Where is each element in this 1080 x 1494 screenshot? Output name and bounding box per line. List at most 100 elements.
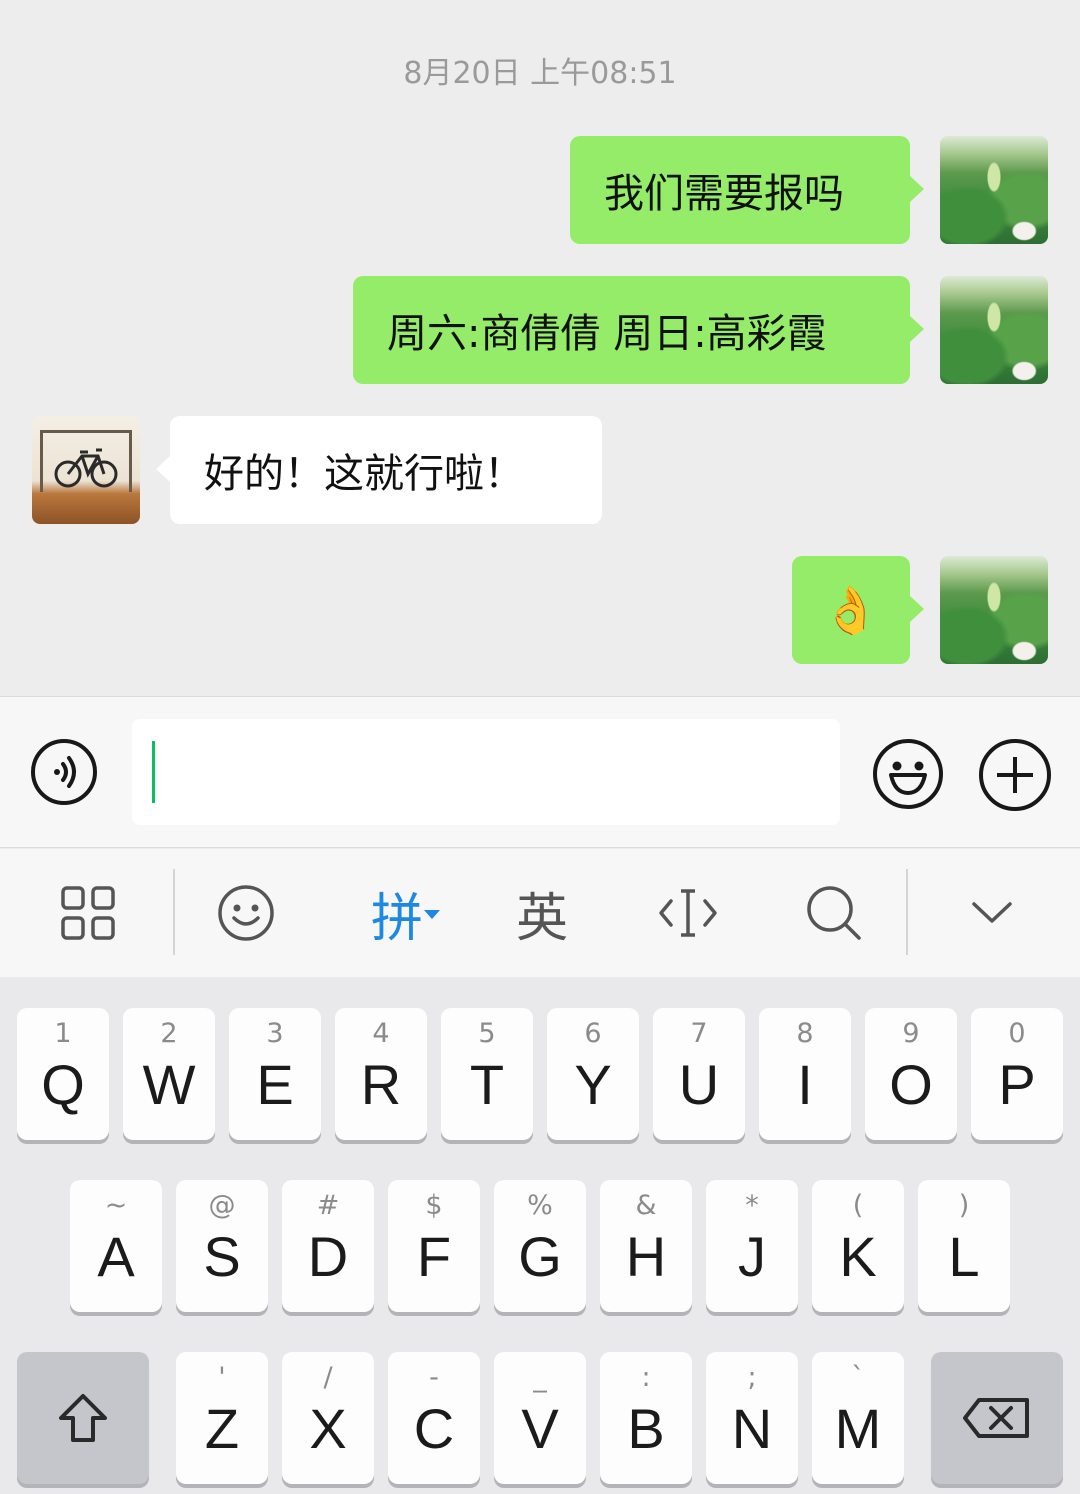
key-h[interactable]: & H — [600, 1180, 692, 1312]
key-y[interactable]: 6Y — [547, 1008, 639, 1140]
key-v[interactable]: _ V — [494, 1352, 586, 1484]
key-sub-label: & — [635, 1190, 657, 1221]
key-label: B — [627, 1397, 665, 1460]
key-label: G — [518, 1225, 562, 1288]
chat-bubble-outgoing[interactable]: 周六:商倩倩 周日:高彩霞 — [353, 276, 924, 384]
key-sub-label: ~ — [104, 1190, 128, 1221]
voice-button[interactable] — [31, 739, 97, 805]
ime-emoji-button[interactable] — [198, 849, 294, 977]
key-label: R — [360, 1053, 402, 1116]
key-o[interactable]: 9O — [865, 1008, 957, 1140]
key-u[interactable]: 7U — [653, 1008, 745, 1140]
key-sub-label: / — [323, 1362, 333, 1393]
key-label: O — [889, 1053, 933, 1116]
key-sub-label: 1 — [54, 1018, 72, 1049]
chat-area[interactable]: 8月20日 上午08:51 我们需要报吗 周六:商倩倩 周日:高彩霞 好的！这就… — [0, 0, 1080, 696]
key-label: X — [309, 1397, 347, 1460]
message-text: 周六:商倩倩 周日:高彩霞 — [387, 311, 827, 357]
key-w[interactable]: 2W — [123, 1008, 215, 1140]
key-e[interactable]: 3E — [229, 1008, 321, 1140]
key-label: W — [142, 1053, 196, 1116]
key-label: H — [625, 1225, 667, 1288]
key-sub-label: 3 — [266, 1018, 284, 1049]
message-input[interactable] — [132, 719, 840, 825]
key-k[interactable]: (K — [812, 1180, 904, 1312]
key-m[interactable]: ` M — [812, 1352, 904, 1484]
smiley-icon — [218, 885, 274, 941]
key-sub-label: 7 — [690, 1018, 708, 1049]
key-s[interactable]: @ S — [176, 1180, 268, 1312]
key-f[interactable]: $ F — [388, 1180, 480, 1312]
key-sub-label: # — [316, 1190, 340, 1221]
chat-bubble-outgoing[interactable]: 我们需要报吗 — [570, 136, 924, 244]
key-sub-label: ( — [852, 1190, 864, 1221]
toolbar-divider — [173, 869, 175, 955]
key-sub-label: @ — [208, 1190, 236, 1221]
more-button[interactable] — [979, 739, 1051, 811]
hide-keyboard-button[interactable] — [944, 849, 1040, 977]
key-label: Y — [574, 1053, 612, 1116]
key-p[interactable]: 0P — [971, 1008, 1063, 1140]
my-avatar[interactable] — [940, 136, 1048, 244]
key-sub-label: 4 — [372, 1018, 390, 1049]
pinyin-label: 拼 — [370, 888, 423, 949]
key-g[interactable]: % G — [494, 1180, 586, 1312]
key-b[interactable]: :B — [600, 1352, 692, 1484]
key-label: F — [416, 1225, 452, 1288]
key-sub-label: ' — [218, 1362, 226, 1393]
grid-icon — [61, 886, 115, 940]
key-l[interactable]: ) L — [918, 1180, 1010, 1312]
key-label: T — [469, 1053, 505, 1116]
key-sub-label: : — [641, 1362, 651, 1393]
key-z[interactable]: ' Z — [176, 1352, 268, 1484]
key-sub-label: _ — [533, 1362, 547, 1393]
ime-toolbar: 拼 英 — [0, 849, 1080, 977]
shift-key[interactable] — [17, 1352, 149, 1484]
key-d[interactable]: # D — [282, 1180, 374, 1312]
chat-bubble-incoming[interactable]: 好的！这就行啦！ — [156, 416, 602, 524]
key-label: U — [678, 1053, 720, 1116]
english-mode-button[interactable]: 英 — [494, 849, 590, 977]
key-label: K — [839, 1225, 877, 1288]
key-i[interactable]: 8I — [759, 1008, 851, 1140]
cursor-move-button[interactable] — [640, 849, 736, 977]
key-sub-label: * — [745, 1190, 759, 1221]
key-label: L — [948, 1225, 980, 1288]
input-bar — [0, 696, 1080, 848]
key-n[interactable]: ; N — [706, 1352, 798, 1484]
key-sub-label: 6 — [584, 1018, 602, 1049]
message-timestamp: 8月20日 上午08:51 — [403, 56, 677, 91]
key-label: Z — [204, 1397, 240, 1460]
key-label: I — [797, 1053, 813, 1116]
key-t[interactable]: 5T — [441, 1008, 533, 1140]
message-text: 好的！这就行啦！ — [204, 451, 524, 497]
my-avatar[interactable] — [940, 556, 1048, 664]
key-label: D — [307, 1225, 349, 1288]
bicycle-icon — [40, 430, 132, 492]
key-q[interactable]: 1Q — [17, 1008, 109, 1140]
english-label: 英 — [515, 888, 568, 949]
backspace-key[interactable] — [931, 1352, 1063, 1484]
key-sub-label: 5 — [478, 1018, 496, 1049]
dropdown-triangle-icon — [424, 910, 440, 919]
my-avatar[interactable] — [940, 276, 1048, 384]
key-label: Q — [41, 1053, 85, 1116]
key-sub-label: ) — [958, 1190, 970, 1221]
ime-menu-button[interactable] — [40, 849, 136, 977]
key-c[interactable]: -C — [388, 1352, 480, 1484]
key-sub-label: 0 — [1008, 1018, 1026, 1049]
key-r[interactable]: 4R — [335, 1008, 427, 1140]
chat-bubble-outgoing[interactable]: 👌 — [792, 556, 924, 664]
pinyin-mode-button[interactable]: 拼 — [356, 849, 456, 977]
key-sub-label: ; — [747, 1362, 757, 1393]
contact-avatar[interactable] — [32, 416, 140, 524]
search-icon — [807, 886, 861, 940]
cursor-icon — [659, 889, 717, 937]
ok-hand-emoji: 👌 — [822, 582, 880, 637]
emoji-button[interactable] — [873, 739, 943, 809]
text-caret — [152, 741, 155, 803]
key-j[interactable]: * J — [706, 1180, 798, 1312]
ime-search-button[interactable] — [786, 849, 882, 977]
key-x[interactable]: / X — [282, 1352, 374, 1484]
key-a[interactable]: ~ A — [70, 1180, 162, 1312]
